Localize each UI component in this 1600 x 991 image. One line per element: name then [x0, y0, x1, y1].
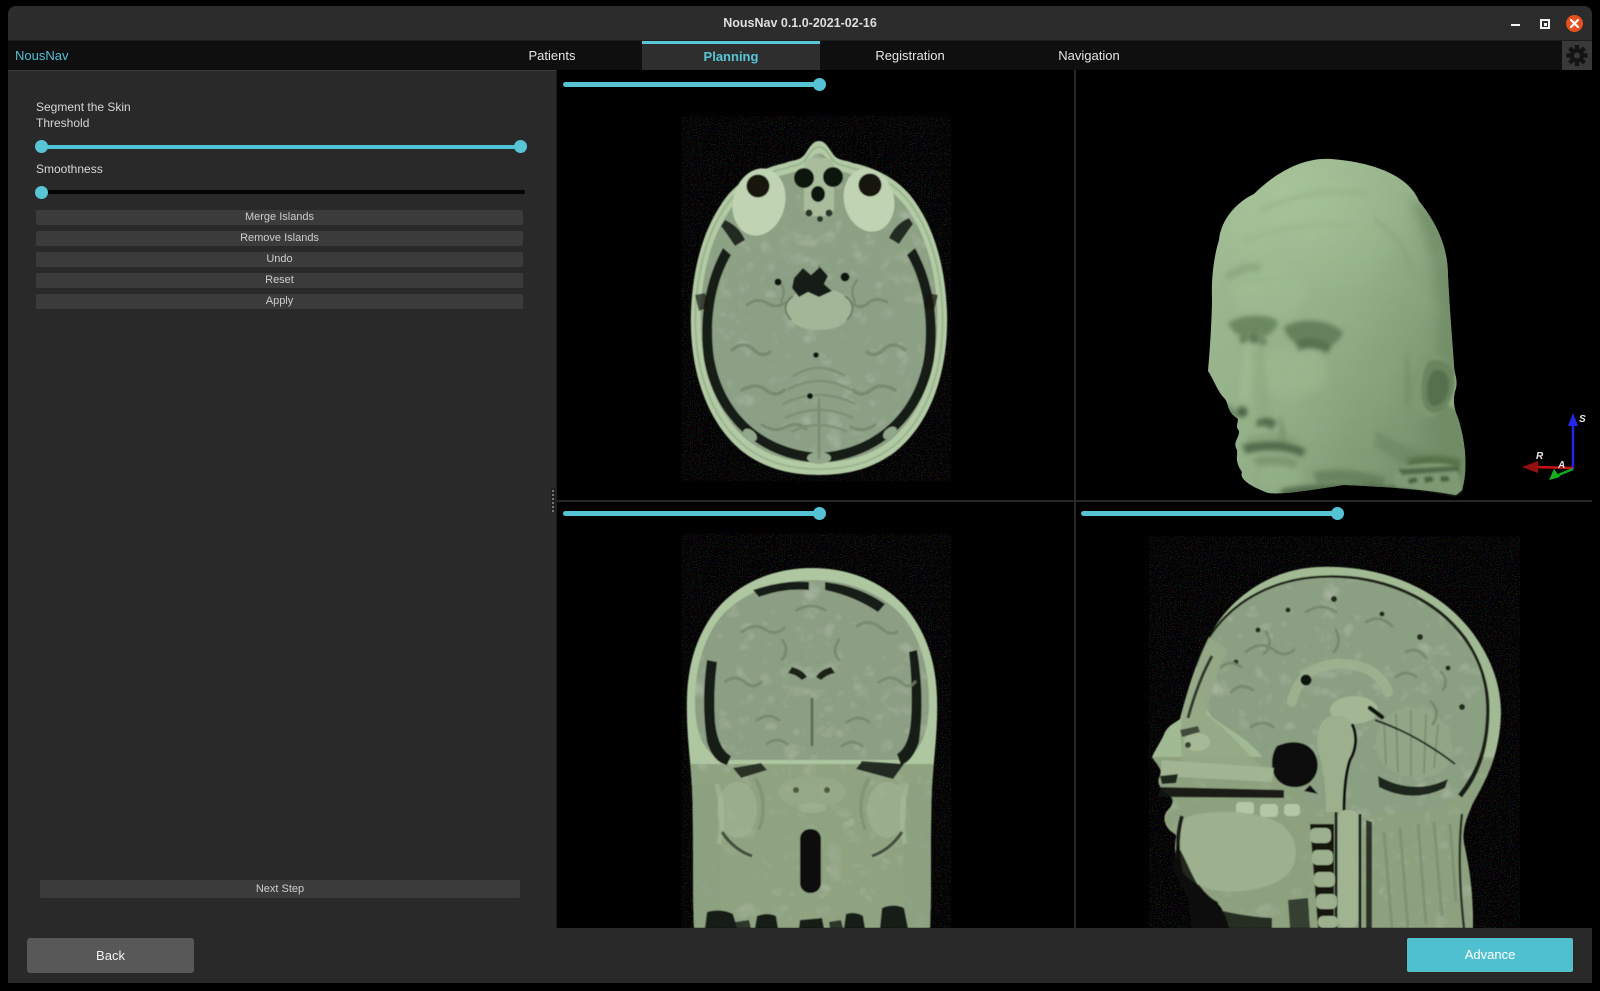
svg-text:A: A — [1557, 460, 1565, 471]
svg-text:S: S — [1579, 414, 1586, 425]
svg-text:R: R — [1536, 451, 1544, 462]
